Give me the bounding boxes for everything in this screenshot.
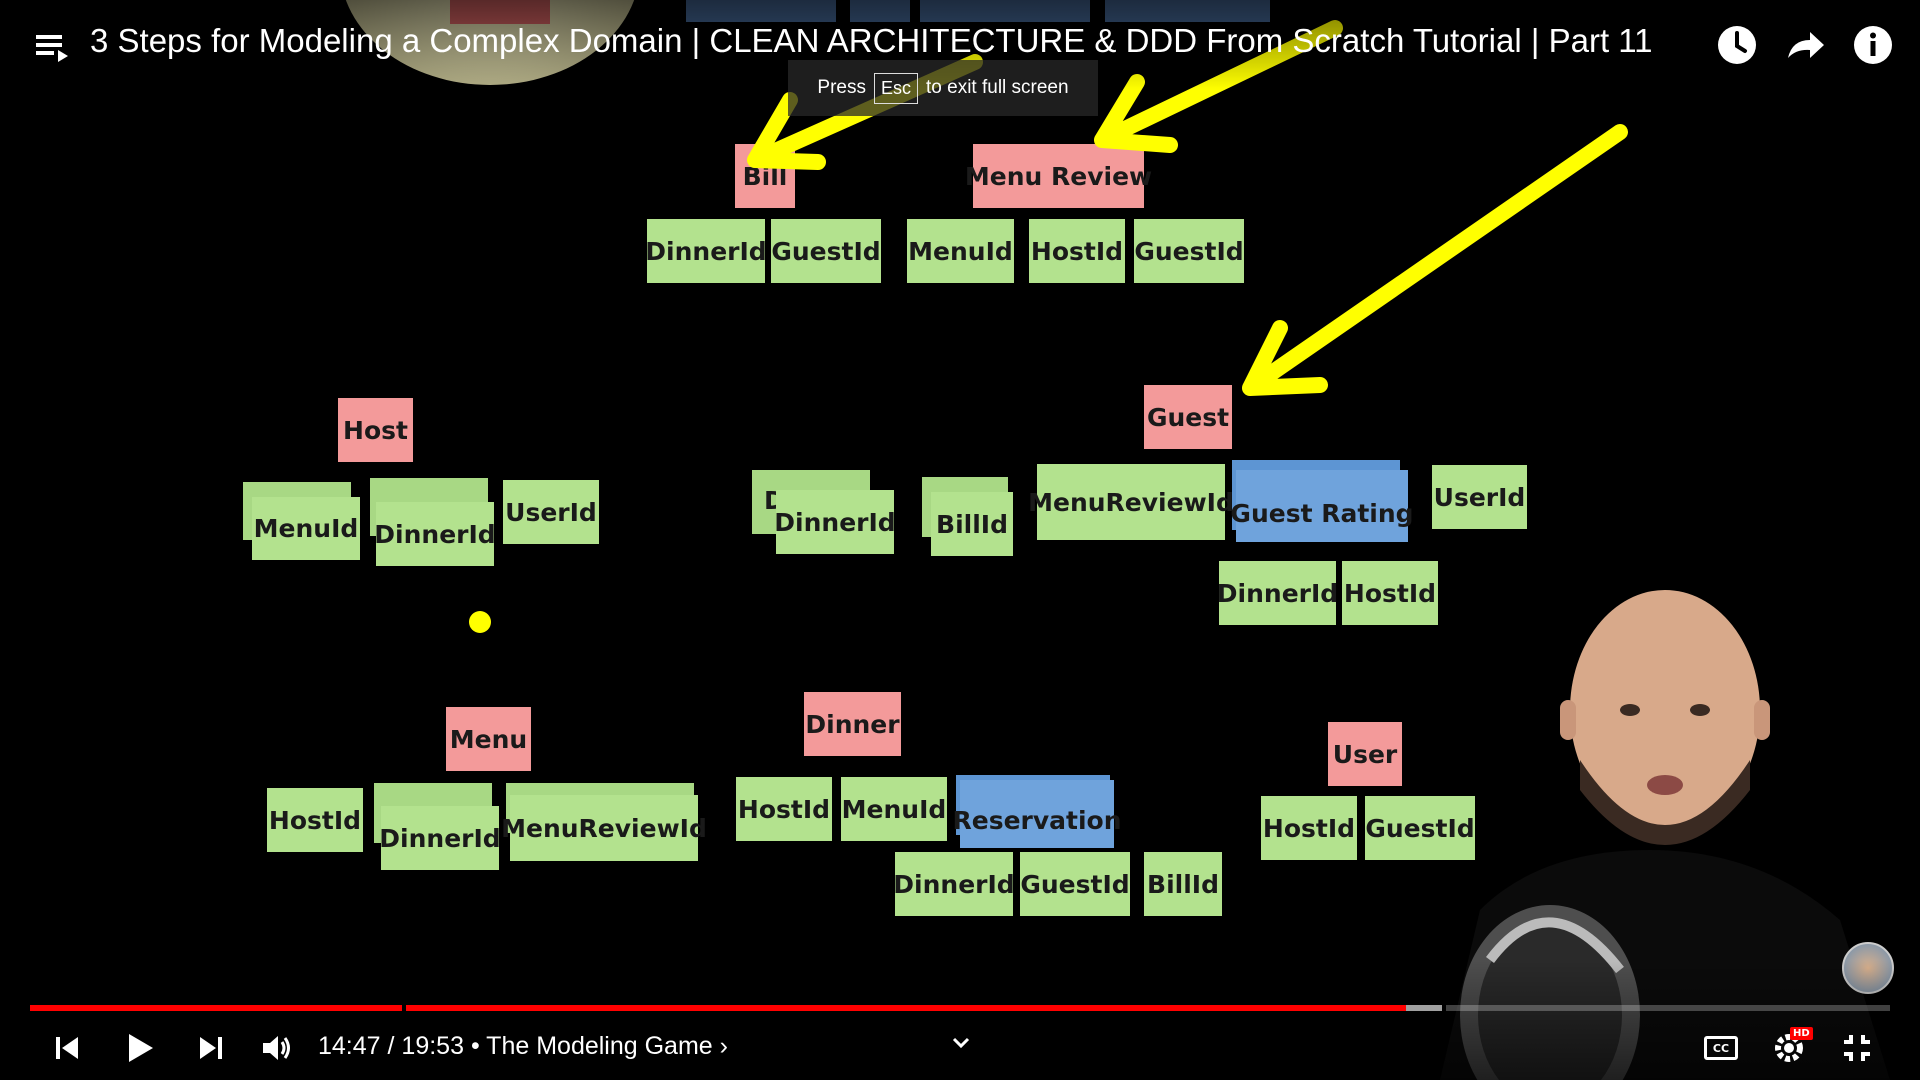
menu-ref-menureviewid: MenuReviewId: [501, 795, 707, 861]
dinner-ref-dinnerid: DinnerId: [893, 852, 1015, 916]
duration: 19:53: [401, 1032, 464, 1060]
aggregate-user: User: [1328, 722, 1402, 786]
info-icon[interactable]: [1852, 24, 1894, 66]
host-ref-dinnerid: DinnerId: [374, 502, 496, 566]
notice-press: Press: [817, 77, 866, 98]
dinner-ref-hostid: HostId: [736, 777, 832, 841]
arrow-to-guest: [1242, 124, 1628, 396]
menu-review-ref-hostid: HostId: [1029, 219, 1125, 283]
pointer-dot: [469, 611, 491, 633]
aggregate-menu-review: Menu Review: [965, 144, 1152, 208]
chevron-down-icon[interactable]: [938, 1020, 984, 1066]
previous-icon[interactable]: [44, 1025, 90, 1071]
settings-icon[interactable]: HD: [1766, 1025, 1813, 1071]
middle-ref-dinnerid: DinnerId: [774, 490, 896, 554]
chapter-title[interactable]: • The Modeling Game ›: [471, 1032, 728, 1060]
menu-review-ref-guestid: GuestId: [1134, 219, 1244, 283]
guest-ref-dinnerid: DinnerId: [1217, 561, 1338, 625]
menu-review-ref-menuid: MenuId: [907, 219, 1014, 283]
exit-fullscreen-icon[interactable]: [1834, 1025, 1880, 1071]
volume-icon[interactable]: [254, 1025, 300, 1071]
bill-ref-dinnerid: DinnerId: [645, 219, 767, 283]
menu-ref-hostid: HostId: [267, 788, 363, 852]
video-title[interactable]: 3 Steps for Modeling a Complex Domain | …: [90, 22, 1653, 60]
dinner-entity-reservation: Reservation: [952, 780, 1122, 848]
dinner-ref-guestid: GuestId: [1020, 852, 1130, 916]
guest-ref-userid: UserId: [1432, 465, 1527, 529]
time-display: 14:47 / 19:53 • The Modeling Game ›: [318, 1032, 728, 1061]
user-ref-hostid: HostId: [1261, 796, 1357, 860]
guest-entity-guest-rating: Guest Rating: [1230, 470, 1414, 542]
captions-icon[interactable]: CC: [1698, 1025, 1744, 1071]
dinner-ref-billid: BillId: [1144, 852, 1222, 916]
aggregate-bill: Bill: [735, 144, 795, 208]
host-ref-menuid: MenuId: [252, 497, 360, 560]
notice-esc-key: Esc: [873, 72, 918, 104]
progress-bar[interactable]: [30, 1005, 1890, 1011]
playlist-icon[interactable]: [34, 30, 70, 66]
video-frame[interactable]: Bill DinnerId GuestId Menu Review MenuId…: [0, 0, 1920, 1080]
play-icon[interactable]: [116, 1025, 162, 1071]
current-time: 14:47: [318, 1032, 381, 1060]
aggregate-dinner: Dinner: [804, 692, 901, 756]
bill-ref-guestid: GuestId: [771, 219, 881, 283]
aggregate-menu: Menu: [446, 707, 531, 771]
middle-ref-billid: BillId: [931, 492, 1013, 556]
chapter-marker: [1442, 1005, 1446, 1011]
hd-badge: HD: [1790, 1027, 1813, 1040]
fullscreen-notice: Press Esc to exit full screen: [788, 60, 1098, 116]
notice-suffix: to exit full screen: [926, 77, 1069, 98]
aggregate-guest: Guest: [1144, 385, 1232, 449]
dinner-ref-menuid: MenuId: [841, 777, 947, 841]
host-ref-userid: UserId: [503, 480, 599, 544]
next-icon[interactable]: [188, 1025, 234, 1071]
captions-label: CC: [1704, 1036, 1738, 1060]
share-icon[interactable]: [1784, 24, 1826, 66]
progress-played: [30, 1005, 1406, 1011]
time-separator: /: [387, 1032, 395, 1060]
menu-ref-dinnerid: DinnerId: [379, 806, 501, 870]
guest-ref-menureviewid: MenuReviewId: [1028, 464, 1234, 540]
aggregate-host: Host: [338, 398, 413, 462]
chapter-marker: [402, 1005, 406, 1011]
watch-later-icon[interactable]: [1716, 24, 1758, 66]
